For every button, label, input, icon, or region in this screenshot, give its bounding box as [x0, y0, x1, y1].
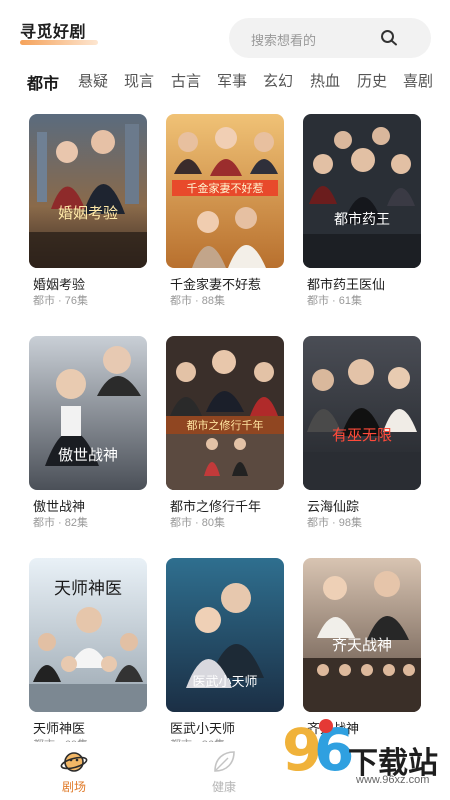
leaf-icon: [214, 751, 235, 772]
tab-hot-blood[interactable]: 热血: [310, 70, 340, 91]
drama-meta: 都市 · 76集: [33, 295, 89, 307]
watermark-logo: 9 6 下载站 www.96xz.com: [280, 712, 450, 792]
tab-military[interactable]: 军事: [217, 70, 247, 91]
nav-theater[interactable]: 剧场: [44, 748, 104, 795]
drama-title: 婚姻考验: [33, 277, 86, 292]
drama-title: 医武小天师: [170, 721, 236, 736]
poster-text: 婚姻考验: [58, 204, 118, 222]
drama-poster[interactable]: 医武小天师: [166, 558, 284, 712]
tab-history[interactable]: 历史: [357, 70, 387, 91]
drama-meta: 都市 · 98集: [307, 517, 363, 529]
drama-card[interactable]: 都市之修行千年 都市之修行千年 都市 · 80集: [166, 322, 284, 529]
search-bar[interactable]: 搜索想看的: [229, 18, 431, 58]
drama-meta: 都市 · 82集: [33, 517, 89, 529]
poster-text: 都市之修行千年: [187, 418, 264, 432]
drama-poster[interactable]: 都市之修行千年: [166, 336, 284, 490]
drama-title: 天师神医: [33, 721, 86, 736]
planet-icon: [60, 752, 88, 772]
drama-poster[interactable]: 都市药王: [303, 114, 421, 268]
drama-card[interactable]: 傲世战神 傲世战神 都市 · 82集: [29, 322, 147, 529]
drama-card[interactable]: 有巫无限 云海仙踪 都市 · 98集: [303, 322, 421, 529]
tab-comedy[interactable]: 喜剧: [403, 70, 433, 91]
nav-health[interactable]: 健康: [194, 748, 254, 795]
drama-meta: 都市 · 61集: [307, 295, 363, 307]
drama-title: 都市药王医仙: [307, 277, 386, 292]
nav-label: 剧场: [61, 780, 86, 794]
drama-poster[interactable]: 天师神医: [29, 558, 147, 712]
drama-poster[interactable]: 齐天战神: [303, 558, 421, 712]
search-input[interactable]: 搜索想看的: [251, 30, 316, 49]
poster-text: 天师神医: [54, 579, 122, 599]
drama-meta: 都市 · 88集: [170, 295, 226, 307]
drama-meta: 都市 · 80集: [170, 517, 226, 529]
nav-label: 健康: [211, 780, 236, 794]
drama-card[interactable]: 都市药王 都市药王医仙 都市 · 61集: [303, 100, 421, 307]
watermark-url: www.96xz.com: [356, 774, 430, 786]
tab-fantasy[interactable]: 玄幻: [263, 70, 293, 91]
poster-text: 都市药王: [334, 211, 390, 228]
search-icon[interactable]: [380, 29, 398, 47]
tab-modern-romance[interactable]: 现言: [124, 70, 154, 91]
poster-text: 傲世战神: [58, 446, 118, 464]
title-underline: [20, 40, 98, 45]
page-title: 寻觅好剧: [20, 24, 87, 41]
drama-poster[interactable]: 有巫无限: [303, 336, 421, 490]
poster-text: 齐天战神: [332, 636, 392, 654]
drama-title: 傲世战神: [33, 499, 86, 514]
tab-suspense[interactable]: 悬疑: [78, 70, 108, 91]
drama-card[interactable]: 婚姻考验 婚姻考验 都市 · 76集: [29, 100, 147, 307]
drama-title: 都市之修行千年: [170, 499, 262, 514]
drama-card[interactable]: 医武小天师 医武小天师 都市 · 86集: [166, 544, 284, 751]
poster-text: 医武小天师: [192, 675, 257, 690]
tab-urban[interactable]: 都市: [27, 70, 59, 94]
drama-card[interactable]: 千金家妻不好惹 千金家妻不好惹 都市 · 88集: [166, 100, 284, 307]
tab-ancient-romance[interactable]: 古言: [171, 70, 201, 91]
drama-poster[interactable]: 千金家妻不好惹: [166, 114, 284, 268]
drama-card[interactable]: 天师神医 天师神医 都市 · 60集: [29, 544, 147, 751]
drama-title: 千金家妻不好惹: [170, 277, 262, 292]
poster-text: 千金家妻不好惹: [187, 181, 264, 195]
drama-poster[interactable]: 婚姻考验: [29, 114, 147, 268]
header: 寻觅好剧 搜索想看的: [0, 0, 450, 64]
drama-title: 云海仙踪: [307, 499, 360, 514]
category-tabs: 都市 悬疑 现言 古言 军事 玄幻 热血 历史 喜剧: [0, 64, 450, 98]
poster-text: 有巫无限: [332, 426, 392, 444]
drama-poster[interactable]: 傲世战神: [29, 336, 147, 490]
